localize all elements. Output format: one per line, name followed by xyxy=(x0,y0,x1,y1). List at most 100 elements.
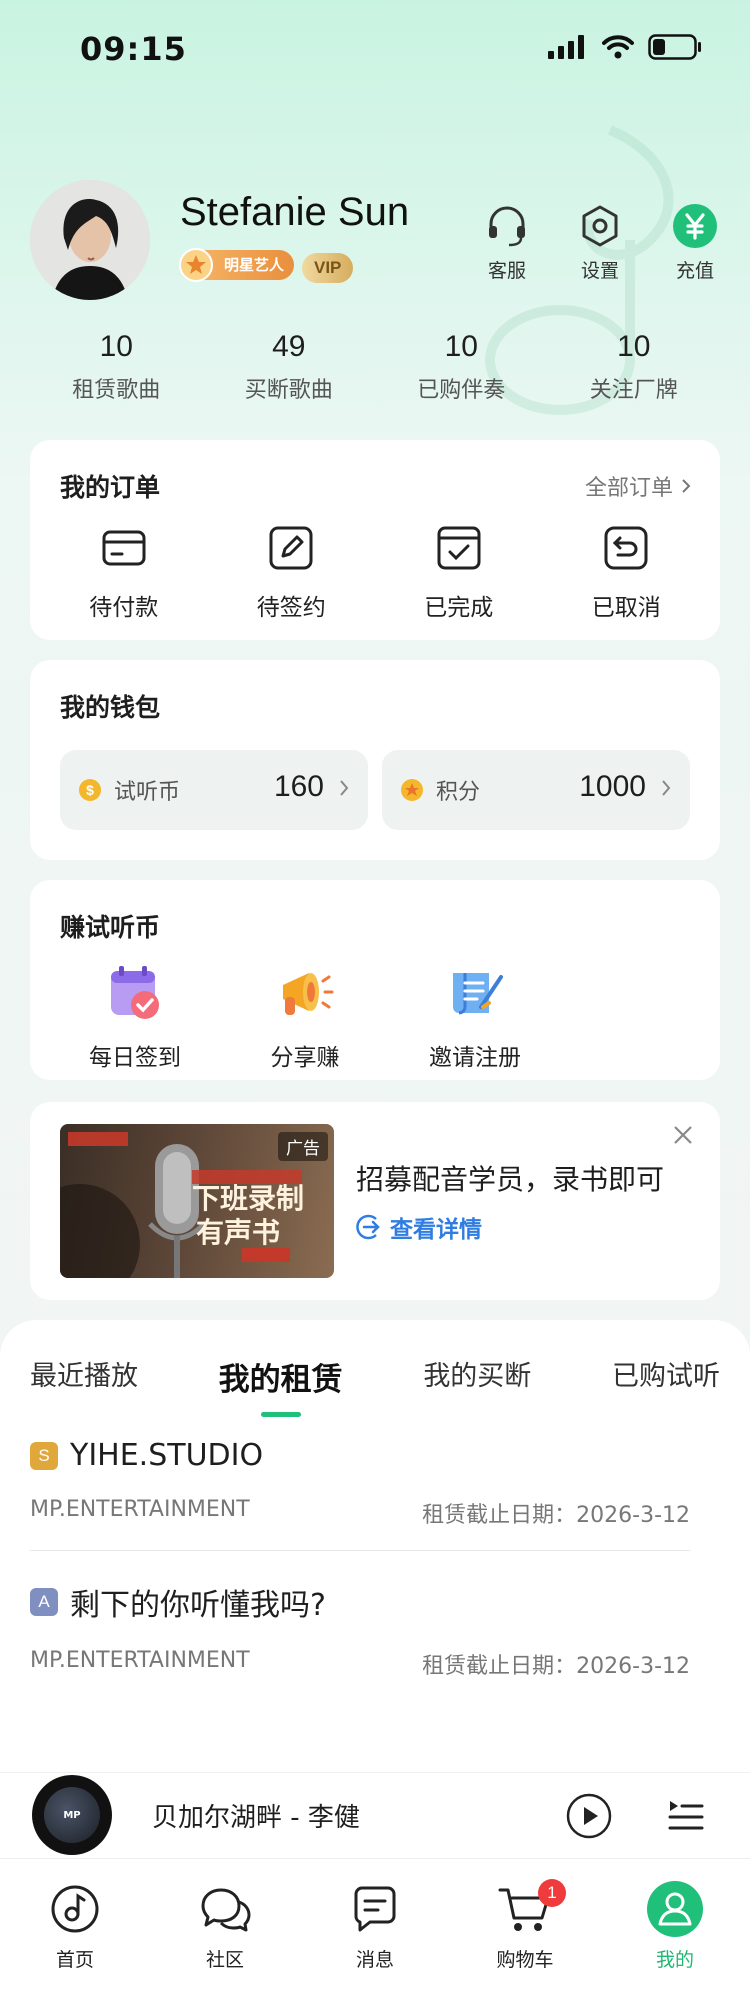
cart-count-badge: 1 xyxy=(538,1879,566,1907)
wallet-coins[interactable]: $ 试听币 160 xyxy=(60,750,368,830)
item-label: MP.ENTERTAINMENT xyxy=(30,1497,250,1522)
playlist-icon[interactable] xyxy=(666,1795,706,1835)
status-icons xyxy=(548,34,702,60)
share-earn[interactable]: 分享赚 xyxy=(220,960,390,1072)
item-title: YIHE.STUDIO xyxy=(70,1438,264,1473)
settings-label: 设置 xyxy=(580,260,619,282)
earn-item-label: 邀请注册 xyxy=(429,1045,521,1071)
item-expiry: 租赁截止日期：2026-3-12 xyxy=(422,1503,690,1528)
order-completed[interactable]: 已完成 xyxy=(394,520,524,622)
earn-row: 每日签到 分享赚 邀请注册 xyxy=(30,960,720,1072)
order-pending-sign[interactable]: 待签约 xyxy=(226,520,356,622)
order-pending-payment[interactable]: 待付款 xyxy=(59,520,189,622)
arrow-circle-icon xyxy=(356,1214,380,1240)
avatar-portrait-icon xyxy=(30,180,150,300)
svg-text:$: $ xyxy=(86,782,94,798)
grade-badge: A xyxy=(30,1588,58,1616)
user-icon xyxy=(647,1881,703,1937)
chevron-right-icon xyxy=(682,479,691,493)
daily-checkin[interactable]: 每日签到 xyxy=(50,960,220,1072)
tabbar-label: 我的 xyxy=(655,1949,694,1971)
tabbar-label: 首页 xyxy=(55,1949,94,1971)
earn-coins-card: 赚试听币 每日签到 分享赚 邀请注册 xyxy=(30,880,720,1080)
tabbar-label: 消息 xyxy=(355,1949,394,1971)
ad-detail-link[interactable]: 查看详情 xyxy=(356,1210,482,1244)
earn-item-label: 分享赚 xyxy=(270,1045,340,1071)
all-orders-link[interactable]: 全部订单 xyxy=(585,470,692,502)
calendar-icon xyxy=(111,966,159,1019)
close-icon[interactable] xyxy=(672,1124,694,1146)
tabbar-community[interactable]: 社区 xyxy=(150,1859,300,2000)
customer-service-label: 客服 xyxy=(487,260,526,282)
album-disc[interactable]: MP xyxy=(32,1775,112,1855)
music-note-icon xyxy=(51,1885,99,1933)
order-item-label: 已取消 xyxy=(591,595,661,621)
star-medal-icon xyxy=(179,248,213,282)
bottom-tab-bar: 首页 社区 消息 购物车 1 我的 xyxy=(0,1858,750,2000)
recharge-button[interactable]: 充值 xyxy=(655,200,735,283)
stat-value: 10 xyxy=(617,330,651,363)
album-cover: MP xyxy=(44,1787,100,1843)
ad-image[interactable]: 下班录制 有声书 广告 xyxy=(60,1124,334,1278)
invite-register[interactable]: 邀请注册 xyxy=(390,960,560,1072)
megaphone-icon xyxy=(283,973,334,1015)
vip-badge: VIP xyxy=(302,253,354,283)
list-item[interactable]: S YIHE.STUDIO MP.ENTERTAINMENT 租赁截止日期：20… xyxy=(30,1438,690,1529)
stat-value: 10 xyxy=(99,330,133,363)
wallet-card: 我的钱包 $ 试听币 160 积分 1000 xyxy=(30,660,720,860)
customer-service-button[interactable]: 客服 xyxy=(467,200,547,283)
orders-title: 我的订单 xyxy=(60,473,161,502)
stats-row: 10 租赁歌曲 49 买断歌曲 10 已购伴奏 10 关注厂牌 xyxy=(30,330,720,404)
chat-bubbles-icon xyxy=(201,1888,251,1932)
ad-tag: 广告 xyxy=(278,1132,328,1161)
tabbar-label: 购物车 xyxy=(496,1949,554,1971)
sign-icon xyxy=(269,526,313,570)
yuan-icon xyxy=(673,204,717,248)
tabbar-me[interactable]: 我的 xyxy=(600,1859,750,2000)
order-item-label: 已完成 xyxy=(424,595,494,621)
tabbar-cart[interactable]: 购物车 1 xyxy=(450,1859,600,2000)
list-item[interactable]: A 剩下的你听懂我吗? MP.ENTERTAINMENT 租赁截止日期：2026… xyxy=(30,1580,690,1680)
order-status-row: 待付款 待签约 已完成 已取消 xyxy=(30,520,720,622)
tab-purchased-preview[interactable]: 已购试听 xyxy=(612,1354,720,1399)
coins-value: 160 xyxy=(273,770,324,803)
stat-bought-songs[interactable]: 49 买断歌曲 xyxy=(203,330,376,404)
tabbar-messages[interactable]: 消息 xyxy=(300,1859,450,2000)
points-value: 1000 xyxy=(579,770,646,803)
tabbar-home[interactable]: 首页 xyxy=(0,1859,150,2000)
settings-button[interactable]: 设置 xyxy=(560,200,640,283)
points-label: 积分 xyxy=(436,780,481,805)
tabbar-label: 社区 xyxy=(205,1949,244,1971)
orders-card: 我的订单 全部订单 待付款 待签约 已完成 已取消 xyxy=(30,440,720,640)
avatar[interactable] xyxy=(30,180,150,300)
tab-rented[interactable]: 我的租赁 xyxy=(219,1354,343,1417)
play-icon[interactable] xyxy=(566,1793,612,1839)
order-cancelled[interactable]: 已取消 xyxy=(561,520,691,622)
wallet-points[interactable]: 积分 1000 xyxy=(382,750,690,830)
now-playing-song: 贝加尔湖畔 - 李健 xyxy=(152,1803,360,1833)
points-icon xyxy=(401,779,423,801)
scroll-icon xyxy=(453,973,503,1015)
ad-image-text-2: 有声书 xyxy=(196,1216,281,1249)
tab-bought[interactable]: 我的买断 xyxy=(423,1354,531,1399)
stat-rented-songs[interactable]: 10 租赁歌曲 xyxy=(30,330,203,404)
ad-image-text-1: 下班录制 xyxy=(192,1182,305,1215)
coins-label: 试听币 xyxy=(114,780,181,805)
stat-bought-accompaniment[interactable]: 10 已购伴奏 xyxy=(375,330,548,404)
recharge-label: 充值 xyxy=(675,260,714,282)
earn-title: 赚试听币 xyxy=(60,913,161,942)
mini-player[interactable]: MP 贝加尔湖畔 - 李健 xyxy=(0,1772,750,1858)
library-tabs: 最近播放 我的租赁 我的买断 已购试听 xyxy=(30,1354,720,1417)
stat-label: 关注厂牌 xyxy=(589,378,678,403)
stat-followed-labels[interactable]: 10 关注厂牌 xyxy=(548,330,721,404)
signal-icon xyxy=(548,35,584,59)
ad-card[interactable]: 下班录制 有声书 广告 招募配音学员，录书即可 查看详情 xyxy=(30,1102,720,1300)
settings-hexagon-icon xyxy=(582,205,618,247)
item-label: MP.ENTERTAINMENT xyxy=(30,1648,250,1673)
tab-recent[interactable]: 最近播放 xyxy=(30,1354,138,1399)
item-expiry: 租赁截止日期：2026-3-12 xyxy=(422,1654,690,1679)
wallet-title: 我的钱包 xyxy=(60,693,161,722)
stat-label: 已购伴奏 xyxy=(417,378,506,403)
check-box-icon xyxy=(437,526,481,570)
stat-label: 租赁歌曲 xyxy=(72,378,161,403)
